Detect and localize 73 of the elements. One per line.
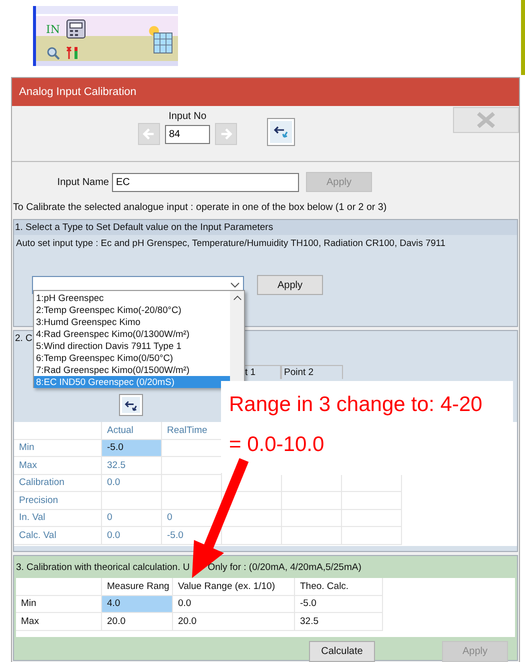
table-cell[interactable]: 0.0 [173, 596, 295, 613]
table-cell[interactable]: 0 [102, 510, 162, 527]
close-icon [475, 111, 497, 129]
table-cell[interactable] [282, 492, 342, 510]
auto-set-text: Auto set input type : Ec and pH Grenspec, Temperature/Humuidity TH100, Radiation CR100, Davis 7911 [15, 237, 446, 248]
picture-icon [148, 25, 174, 55]
dropdown-item[interactable]: 2:Temp Greenspec Kimo(-20/80°C) [34, 304, 230, 316]
table-cell[interactable] [222, 510, 282, 527]
input-no-label: Input No [168, 111, 206, 122]
table-cell[interactable]: 0 [162, 510, 222, 527]
dropdown-item[interactable]: 3:Humd Greenspec Kimo [34, 316, 230, 328]
magnifier-icon [46, 46, 60, 60]
column-header: Theo. Calc. [295, 578, 383, 596]
scroll-up-icon [232, 295, 242, 301]
dropdown-item[interactable]: 1:pH Greenspec [34, 292, 230, 304]
section-title: 3. Calibration with theorical calculation. U [16, 562, 190, 572]
right-arrow-icon [219, 127, 233, 141]
table-cell[interactable] [222, 474, 282, 492]
dropdown-item[interactable]: 6:Temp Greenspec Kimo(0/50°C) [34, 352, 230, 364]
tools-icon [66, 46, 80, 60]
column-header: Value Range (ex. 1/10) [173, 578, 295, 596]
row-label: Calc. Val [14, 527, 102, 544]
section-title: Only for : (0/20mA, 4/20mA,5/25mA) [208, 562, 362, 572]
instruction-text: To Calibrate the selected analogue input : operate in one of the box below (1 or 2 or 3) [12, 202, 388, 215]
caret-icon [230, 282, 240, 288]
annotation-text: Range in 3 change to: 4-20 [229, 392, 484, 418]
table-cell[interactable]: 20.0 [102, 613, 173, 630]
apply-button[interactable]: Apply [257, 275, 323, 295]
table-cell[interactable]: -5.0 [102, 440, 162, 457]
table-cell[interactable] [342, 492, 402, 510]
table-cell[interactable] [342, 527, 402, 544]
table-cell[interactable]: 32.5 [295, 613, 383, 630]
refresh-button[interactable] [119, 394, 143, 416]
calculate-button[interactable]: Calculate [309, 641, 375, 662]
dropdown-item[interactable]: 5:Wind direction Davis 7911 Type 1 [34, 340, 230, 352]
table-cell[interactable] [222, 527, 282, 544]
table-cell[interactable]: 4.0 [102, 596, 173, 613]
table-cell[interactable] [162, 474, 222, 492]
section-title: 2. C [14, 332, 32, 346]
table-cell[interactable] [282, 527, 342, 544]
swap-arrows-icon [273, 124, 289, 140]
table-cell[interactable] [342, 474, 402, 492]
table-cell[interactable] [282, 510, 342, 527]
table-cell[interactable]: 20.0 [173, 613, 295, 630]
dropdown-item[interactable]: 7:Rad Greenspec Kimo(0/1500W/m²) [34, 364, 230, 376]
close-button[interactable] [453, 107, 519, 133]
table-cell[interactable]: 32.5 [102, 457, 162, 474]
table-cell[interactable]: 0.0 [102, 474, 162, 492]
window-title: Analog Input Calibration [12, 78, 519, 106]
table-cell[interactable]: 0.0 [102, 527, 162, 544]
left-arrow-icon [142, 127, 156, 141]
input-name-label: Input Name [56, 176, 110, 188]
column-header: Point 2 [281, 365, 343, 379]
input-name-field[interactable]: EC [112, 172, 299, 192]
section-title: 1. Select a Type to Set Default value on the Input Parameters [14, 220, 517, 235]
calculator-icon [66, 19, 86, 39]
annotation-text: = 0.0-10.0 [229, 432, 326, 458]
input-number-field[interactable]: 84 [165, 124, 210, 144]
dropdown-item[interactable]: 4:Rad Greenspec Kimo(0/1300W/m²) [34, 328, 230, 340]
row-label: Max [16, 613, 102, 630]
table-cell[interactable] [102, 492, 162, 510]
table-cell[interactable]: -5.0 [295, 596, 383, 613]
input-label: IN [46, 22, 61, 36]
row-label: In. Val [14, 510, 102, 527]
row-label: Calibration [14, 474, 102, 492]
previous-button[interactable] [138, 123, 160, 145]
table-cell[interactable] [282, 474, 342, 492]
row-label: Precision [14, 492, 102, 510]
refresh-button[interactable] [267, 118, 295, 146]
row-label: Max [14, 457, 102, 474]
table-cell[interactable] [342, 510, 402, 527]
next-button[interactable] [215, 123, 237, 145]
table-cell[interactable] [162, 492, 222, 510]
